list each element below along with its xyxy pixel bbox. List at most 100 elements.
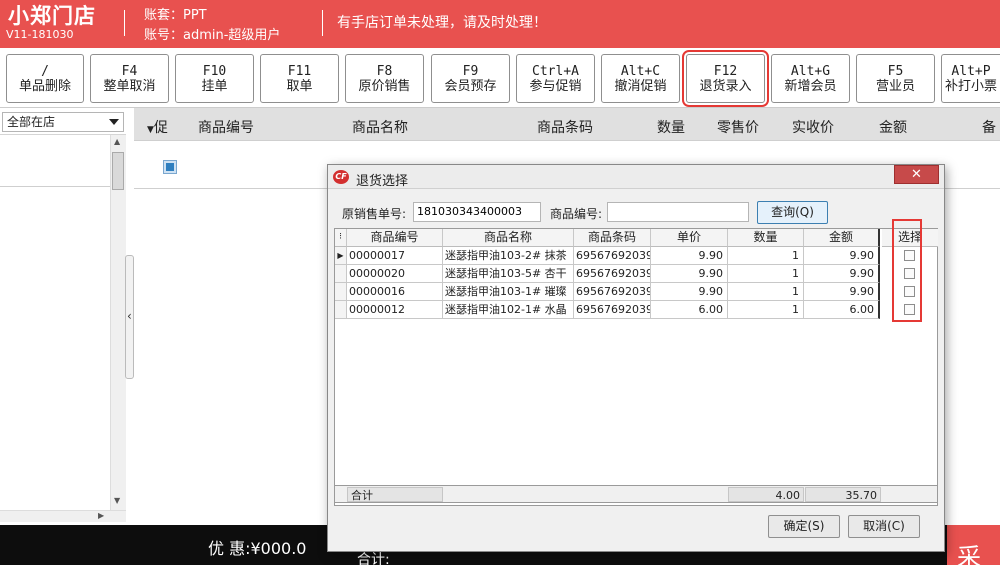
row-product-name[interactable]: 迷瑟指甲油103-5# 杏干 [443,265,574,283]
order-notice[interactable]: 有手店订单未处理，请及时处理！ [337,12,547,32]
col-unit-price[interactable]: 单价 [651,229,728,247]
column-product-name[interactable]: 商品名称 [352,117,408,137]
row-product-code[interactable]: 00000020 [347,265,443,283]
column-amount[interactable]: 金额 [879,117,907,137]
product-code-label: 商品编号: [550,207,603,221]
sales-grid-header: ▼促 商品编号 商品名称 商品条码 数量 零售价 实收价 金额 备 [134,108,1000,141]
header-divider [322,10,323,36]
row-product-code[interactable]: 00000012 [347,301,443,319]
col-product-name[interactable]: 商品名称 [443,229,574,247]
row-indicator [335,265,347,283]
row-amount[interactable]: 6.00 [804,301,880,319]
retrieve-order-button[interactable]: F11 取单 [260,54,339,103]
row-barcode[interactable]: 695676920390 [574,247,651,265]
return-entry-button[interactable]: F12 退货录入 [682,50,769,107]
row-select-checkbox[interactable] [163,160,177,174]
scroll-right-icon[interactable]: ▶ [98,511,104,520]
select-column-highlight [892,219,922,322]
button-label: 新增会员 [784,79,837,94]
orig-order-input[interactable]: 181030343400003 [413,202,541,222]
undo-promotion-button[interactable]: Alt+C 撤消促销 [601,54,680,103]
cancel-button[interactable]: 取消(C) [848,515,920,538]
row-unit-price[interactable]: 9.90 [651,247,728,265]
account-user-label: 账号：admin-超级用户 [144,28,281,43]
cancel-order-button[interactable]: F4 整单取消 [90,54,169,103]
shortcut-key: F5 [887,64,904,79]
row-indicator [335,301,347,319]
app-header: 小郑门店 V11-181030 账套：PPT 账号：admin-超级用户 有手店… [0,0,1000,48]
row-product-code[interactable]: 00000016 [347,283,443,301]
delete-item-button[interactable]: / 单品删除 [6,54,84,103]
vertical-scrollbar[interactable] [110,135,126,510]
row-amount[interactable]: 9.90 [804,265,880,283]
column-barcode[interactable]: 商品条码 [537,117,593,137]
column-product-code[interactable]: 商品编号 [198,117,254,137]
horizontal-scrollbar[interactable] [0,510,126,522]
row-product-name[interactable]: 迷瑟指甲油103-2# 抹茶 [443,247,574,265]
account-set-label: 账套：PPT [144,8,207,23]
button-label: 撤消促销 [614,79,667,94]
row-amount[interactable]: 9.90 [804,247,880,265]
row-barcode[interactable]: 695676920390 [574,283,651,301]
button-label: 退货录入 [699,79,752,94]
shortcut-key: / [41,64,49,79]
join-promotion-button[interactable]: Ctrl+A 参与促销 [516,54,595,103]
col-quantity[interactable]: 数量 [728,229,804,247]
table-footer: 合计 4.00 35.70 [334,485,938,503]
shortcut-key: Alt+G [790,64,831,79]
collapse-left-icon[interactable]: ‹ [127,309,132,323]
row-quantity[interactable]: 1 [728,301,804,319]
checkout-button[interactable]: 采 [947,525,1000,565]
store-filter-select[interactable]: 全部在店 [2,112,124,132]
query-button[interactable]: 查询(Q) [757,201,828,224]
close-button[interactable]: ✕ [894,165,939,184]
reprint-receipt-button[interactable]: Alt+P 补打小票 [941,54,1000,103]
row-barcode[interactable]: 695676920390 [574,265,651,283]
col-amount[interactable]: 金额 [804,229,880,247]
row-unit-price[interactable]: 9.90 [651,283,728,301]
button-label: 参与促销 [529,79,582,94]
product-code-input[interactable] [607,202,749,222]
row-quantity[interactable]: 1 [728,283,804,301]
row-product-name[interactable]: 迷瑟指甲油103-1# 璀璨 [443,283,574,301]
scrollbar-thumb[interactable] [112,152,124,190]
shortcut-key: F11 [287,64,312,79]
column-promo[interactable]: ▼促 [147,117,168,137]
shortcut-key: F8 [376,64,393,79]
shortcut-key: F12 [713,64,738,79]
button-label: 取单 [286,79,313,94]
footer-total-label: 合计 [347,487,443,502]
row-product-name[interactable]: 迷瑟指甲油102-1# 水晶 [443,301,574,319]
orig-order-label: 原销售单号: [342,207,407,221]
shortcut-key: F10 [202,64,227,79]
scroll-up-icon[interactable]: ▲ [114,137,120,146]
column-actual-price[interactable]: 实收价 [792,117,834,137]
row-product-code[interactable]: 00000017 [347,247,443,265]
row-amount[interactable]: 9.90 [804,283,880,301]
scroll-down-icon[interactable]: ▼ [114,496,120,505]
left-panel: 全部在店 ▲ ▼ ▶ [0,108,134,525]
col-barcode[interactable]: 商品条码 [574,229,651,247]
hold-order-button[interactable]: F10 挂单 [175,54,254,103]
row-unit-price[interactable]: 6.00 [651,301,728,319]
button-label: 营业员 [875,79,915,94]
col-product-code[interactable]: 商品编号 [347,229,443,247]
new-member-button[interactable]: Alt+G 新增会员 [771,54,850,103]
row-quantity[interactable]: 1 [728,265,804,283]
store-list [0,134,126,522]
member-deposit-button[interactable]: F9 会员预存 [431,54,510,103]
button-label: 单品删除 [18,79,71,94]
ok-button[interactable]: 确定(S) [768,515,840,538]
dialog-titlebar[interactable]: CF 退货选择 ✕ [328,165,944,189]
app-logo-icon: CF [333,170,349,184]
row-unit-price[interactable]: 9.90 [651,265,728,283]
row-quantity[interactable]: 1 [728,247,804,265]
store-name: 小郑门店 [8,4,96,28]
column-retail-price[interactable]: 零售价 [717,117,759,137]
salesperson-button[interactable]: F5 营业员 [856,54,935,103]
column-remark[interactable]: 备 [982,117,996,137]
column-quantity[interactable]: 数量 [657,117,685,137]
button-label: 整单取消 [103,79,156,94]
row-barcode[interactable]: 695676920390 [574,301,651,319]
original-price-sale-button[interactable]: F8 原价销售 [345,54,424,103]
